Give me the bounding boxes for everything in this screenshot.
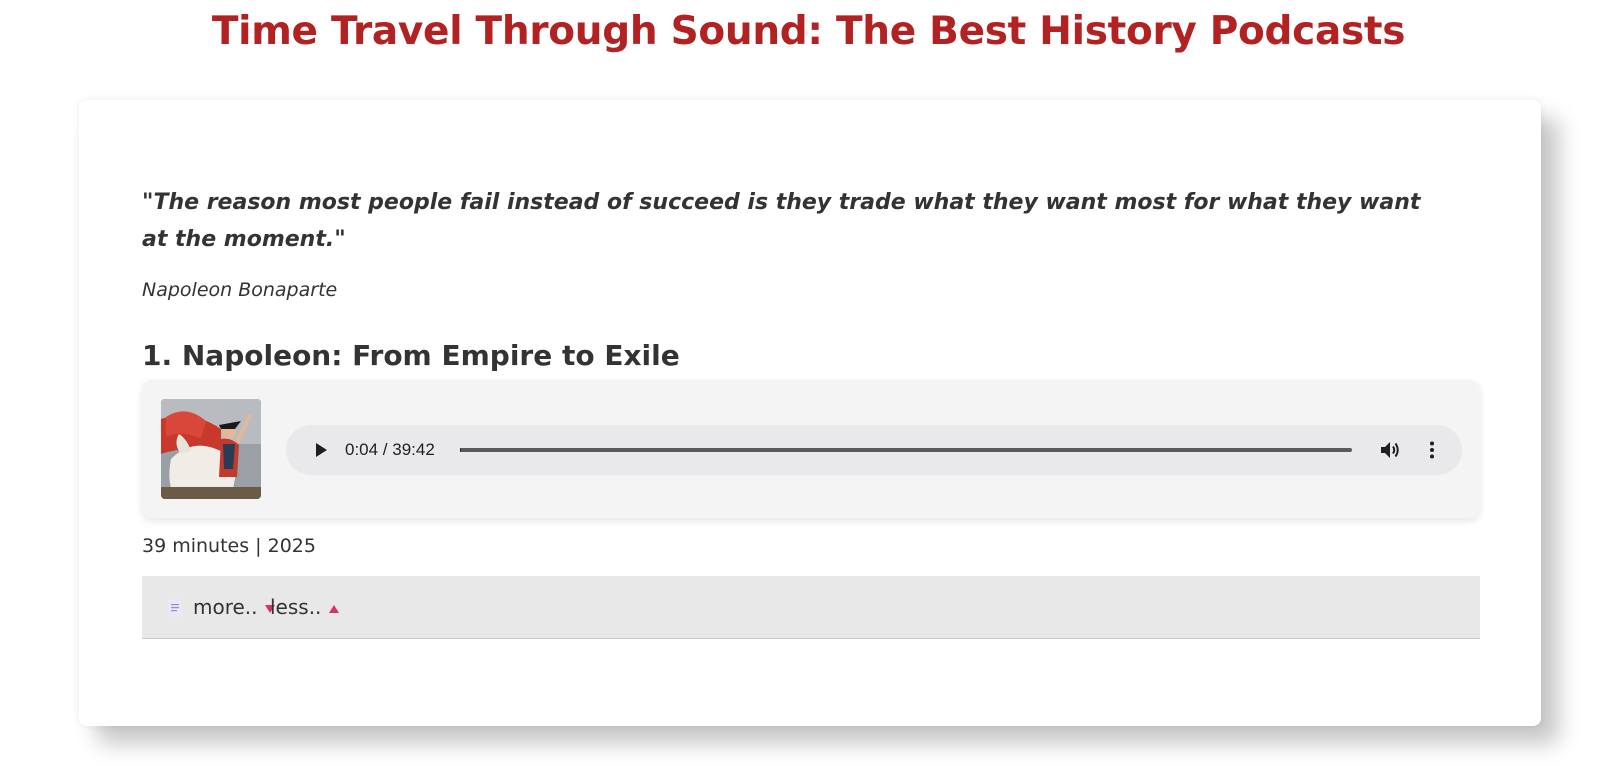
less-label: less.. — [270, 595, 322, 619]
more-vert-icon — [1430, 441, 1434, 459]
more-options-button[interactable] — [1420, 438, 1444, 462]
arrow-up-icon — [328, 604, 339, 613]
progress-fill — [460, 448, 462, 452]
more-label: more.. — [193, 595, 258, 619]
audio-controls: 0:04 / 39:42 — [286, 425, 1462, 475]
episode-title: 1. Napoleon: From Empire to Exile — [142, 339, 680, 372]
time-display: 0:04 / 39:42 — [345, 440, 435, 459]
page-title: Time Travel Through Sound: The Best Hist… — [211, 9, 1406, 54]
quote-text: "The reason most people fail instead of … — [142, 190, 1421, 252]
volume-icon — [1381, 442, 1399, 458]
episode-meta: 39 minutes | 2025 — [142, 535, 316, 557]
volume-button[interactable] — [1378, 438, 1402, 462]
episode-cover-image — [161, 399, 261, 499]
quote-author: Napoleon Bonaparte — [142, 279, 338, 301]
play-icon — [316, 443, 327, 457]
less-toggle[interactable]: less.. — [270, 592, 340, 622]
progress-slider[interactable] — [460, 448, 1352, 452]
play-button[interactable] — [308, 438, 332, 462]
podcast-player: 0:04 / 39:42 — [142, 380, 1480, 518]
more-toggle[interactable]: more.. — [193, 592, 276, 622]
napoleon-painting-icon — [161, 399, 261, 499]
episode-details-bar: more.. less.. — [142, 576, 1480, 639]
document-icon — [168, 599, 182, 617]
content-card: "The reason most people fail instead of … — [79, 100, 1541, 726]
